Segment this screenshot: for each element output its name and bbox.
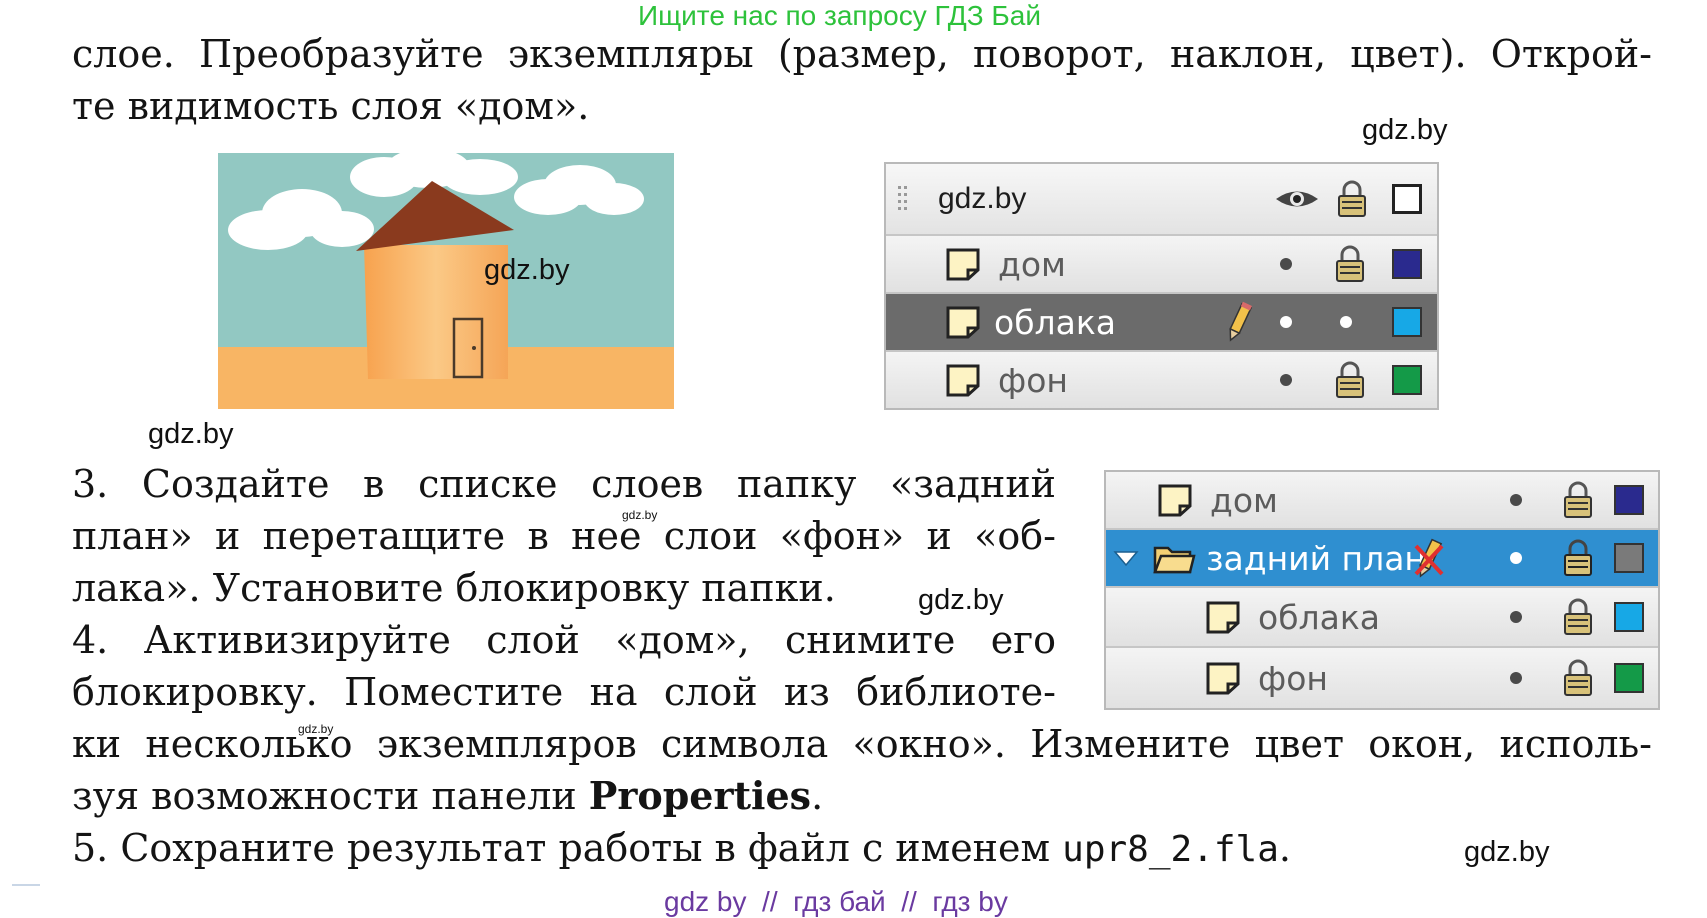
step4-text: .	[811, 774, 824, 818]
layer-row-oblaka[interactable]: облака	[886, 292, 1437, 350]
pencil-crossed-icon	[1412, 530, 1446, 586]
layer-icon	[1156, 472, 1194, 528]
watermark: gdz.by	[1362, 114, 1448, 146]
watermark: gdz.by	[918, 584, 1004, 616]
watermark: gdz.by	[484, 254, 570, 286]
layer-color-swatch[interactable]	[1392, 236, 1422, 292]
file-name: upr8_2.fla	[1062, 829, 1279, 870]
layer-icon	[944, 294, 982, 350]
step3-line: 3. Создайте в списке слоев папку «задний	[72, 462, 1056, 506]
layer-color-swatch[interactable]	[1614, 472, 1644, 528]
lock-icon[interactable]	[1334, 236, 1366, 292]
visibility-dot[interactable]	[1280, 352, 1292, 408]
step4-line: 4. Активизируйте слой «дом», снимите его	[72, 618, 1056, 662]
folder-name[interactable]: задний план	[1206, 530, 1426, 586]
layer-row-fon[interactable]: фон	[1106, 646, 1658, 708]
lock-dot[interactable]	[1340, 294, 1352, 350]
step5-text: 5. Сохраните результат работы в файл с и…	[72, 826, 1063, 870]
pencil-icon	[1224, 294, 1254, 350]
step4-line: ки несколько экземпляров символа «окно».…	[72, 722, 1652, 766]
lock-icon[interactable]	[1562, 588, 1594, 646]
layer-row-zadniy-plan[interactable]: задний план	[1106, 528, 1658, 586]
step5-line: 5. Сохраните результат работы в файл с и…	[72, 822, 1291, 876]
visibility-dot[interactable]	[1280, 236, 1292, 292]
step4-text: зуя возможности панели	[72, 774, 589, 818]
layer-row-oblaka[interactable]: облака	[1106, 586, 1658, 646]
layers-panel-2: дом задний план облака фон	[1104, 470, 1660, 710]
layer-name[interactable]: дом	[1210, 472, 1278, 528]
layer-row-dom[interactable]: дом	[1106, 472, 1658, 528]
layer-color-swatch[interactable]	[1614, 530, 1644, 586]
properties-panel-name: Properties	[588, 773, 812, 818]
paragraph-line: те видимость слоя «дом».	[72, 84, 590, 128]
watermark: gdz.by	[1464, 836, 1550, 868]
step3-line: план» и перетащите в нее слои «фон» и «о…	[72, 514, 1056, 558]
visibility-dot[interactable]	[1280, 294, 1292, 350]
visibility-dot[interactable]	[1510, 648, 1522, 708]
step4-line: зуя возможности панели Properties.	[72, 770, 823, 822]
visibility-dot[interactable]	[1510, 588, 1522, 646]
layer-color-swatch[interactable]	[1614, 648, 1644, 708]
step5-text: .	[1278, 826, 1291, 870]
layer-color-swatch[interactable]	[1614, 588, 1644, 646]
layers-header: gdz.by	[886, 164, 1437, 234]
visibility-dot[interactable]	[1510, 530, 1522, 586]
house-picture	[218, 153, 674, 409]
lock-icon[interactable]	[1562, 472, 1594, 528]
layer-name[interactable]: дом	[998, 236, 1066, 292]
lock-icon[interactable]	[1334, 352, 1366, 408]
folder-icon	[1152, 530, 1196, 586]
house-illustration	[218, 153, 674, 409]
layer-row-fon[interactable]: фон	[886, 350, 1437, 408]
layer-icon	[1204, 648, 1242, 708]
grip-handle-icon[interactable]	[896, 164, 910, 234]
layers-header-label: gdz.by	[938, 182, 1027, 215]
expand-arrow-icon[interactable]	[1112, 530, 1140, 586]
step3-line: лака». Установите блокировку папки.	[72, 566, 836, 610]
lock-icon[interactable]	[1562, 648, 1594, 708]
watermark: gdz.by	[148, 418, 234, 450]
footer-links: gdz by // гдз бай // гдз by	[664, 886, 1008, 917]
step4-line: блокировку. Поместите на слой из библиот…	[72, 670, 1056, 714]
layer-name[interactable]: облака	[1258, 588, 1380, 646]
layer-icon	[944, 352, 982, 408]
layer-name[interactable]: фон	[998, 352, 1068, 408]
layer-name[interactable]: фон	[1258, 648, 1328, 708]
layer-icon	[944, 236, 982, 292]
layer-name[interactable]: облака	[994, 294, 1116, 350]
paragraph-line: слое. Преобразуйте экземпляры (размер, п…	[72, 32, 1652, 76]
layer-row-dom[interactable]: дом	[886, 234, 1437, 292]
layer-color-swatch[interactable]	[1392, 294, 1422, 350]
eye-icon[interactable]	[1274, 164, 1320, 234]
lock-icon[interactable]	[1562, 530, 1594, 586]
visibility-dot[interactable]	[1510, 472, 1522, 528]
layers-panel-1: gdz.by дом облака фон	[884, 162, 1439, 410]
outline-icon[interactable]	[1392, 164, 1422, 234]
layer-icon	[1204, 588, 1242, 646]
lock-icon[interactable]	[1336, 164, 1368, 234]
layer-color-swatch[interactable]	[1392, 352, 1422, 408]
footer-mark	[12, 884, 40, 886]
